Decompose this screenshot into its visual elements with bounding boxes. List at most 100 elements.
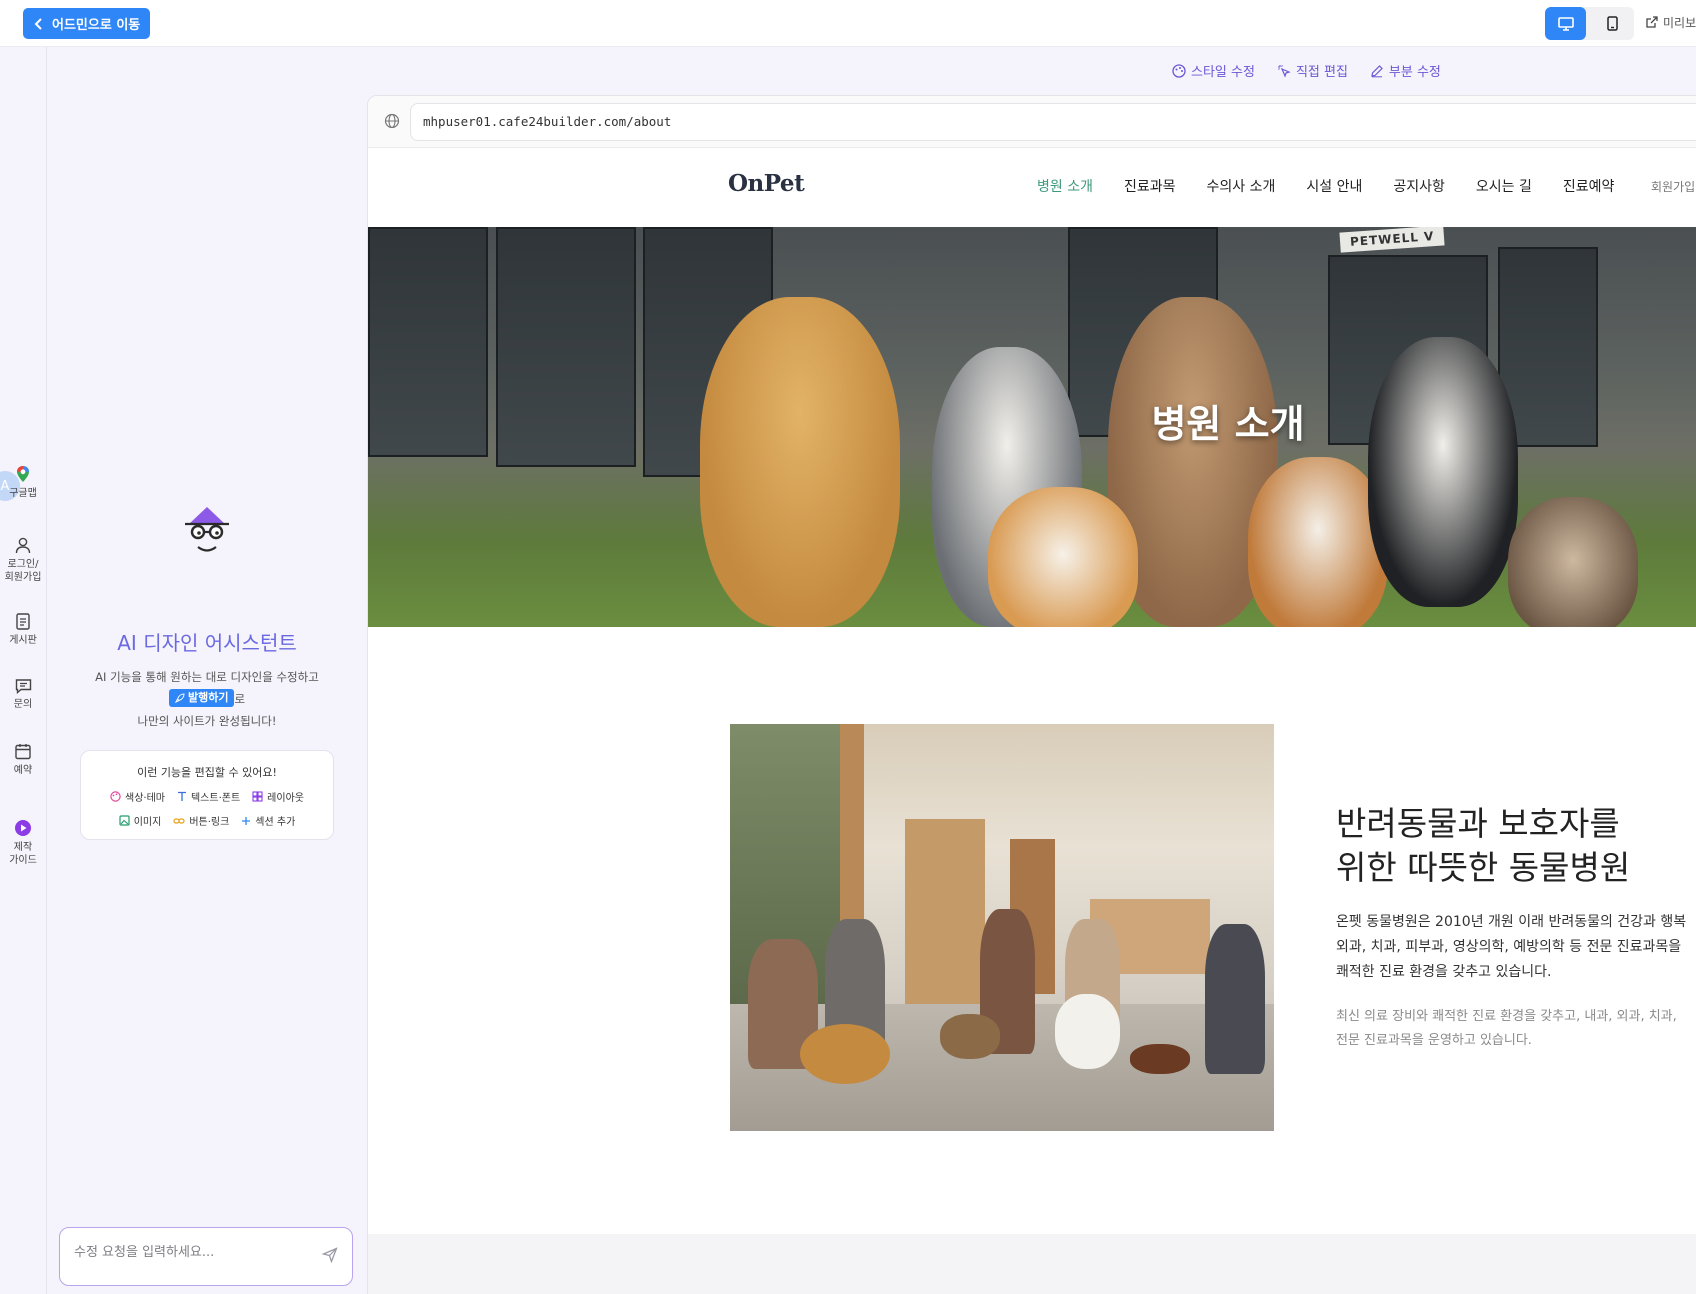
- menu-item-join[interactable]: 회원가입: [1651, 178, 1695, 195]
- about-subparagraph-line: 전문 진료과목을 운영하고 있습니다.: [1336, 1033, 1532, 1048]
- rail-item-label: 구글맵: [9, 488, 37, 499]
- document-icon: [16, 613, 30, 630]
- palette-icon: [1172, 63, 1186, 78]
- rail-item-label: 예약: [13, 765, 33, 776]
- chat-icon: [15, 679, 31, 694]
- chat-input[interactable]: [74, 1245, 304, 1260]
- rail-item-guide[interactable]: 제작 가이드: [0, 819, 46, 867]
- feature-text-font: 텍스트·폰트: [177, 789, 240, 804]
- user-icon: [15, 537, 31, 554]
- hero-dog: [1508, 497, 1638, 627]
- ai-assistant-panel: AI 디자인 어시스턴트 AI 기능을 통해 원하는 대로 디자인을 수정하고 …: [47, 47, 367, 1294]
- hero-sign: PETWELL V: [1339, 227, 1445, 253]
- about-heading-line: 위한 따뜻한 동물병원: [1336, 848, 1631, 887]
- pencil-icon: [1371, 64, 1383, 77]
- calendar-icon: [15, 744, 31, 760]
- rail-item-login[interactable]: 로그인/ 회원가입: [0, 537, 46, 584]
- hero-banner: PETWELL V 병원 소개: [368, 227, 1696, 627]
- about-paragraph: 온펫 동물병원은 2010년 개원 이래 반려동물의 건강과 행복 외과, 치과…: [1336, 910, 1686, 985]
- rail-item-reservation[interactable]: 예약: [0, 743, 46, 777]
- feature-image: 이미지: [119, 813, 161, 828]
- hero-dog: [700, 297, 900, 627]
- clinic-lobby-image: [730, 724, 1274, 1131]
- rail-item-label: 로그인/ 회원가입: [4, 559, 42, 583]
- hero-window: [496, 227, 636, 467]
- hero-title: 병원 소개: [1151, 402, 1305, 446]
- assistant-description: AI 기능을 통해 원하는 대로 디자인을 수정하고 발행하기 로 나만의 사이…: [67, 666, 347, 732]
- monitor-icon: [1557, 16, 1574, 31]
- about-heading: 반려동물과 보호자를 위한 따뜻한 동물병원: [1336, 802, 1630, 890]
- menu-item-facilities[interactable]: 시설 안내: [1306, 176, 1362, 196]
- back-to-admin-button[interactable]: 어드민으로 이동: [23, 8, 151, 39]
- partial-edit-button[interactable]: 부분 수정: [1370, 61, 1441, 80]
- rail-item-label: 문의: [13, 699, 33, 710]
- menu-item-about[interactable]: 병원 소개: [1037, 176, 1093, 196]
- globe-icon: [384, 113, 400, 129]
- menu-item-reservation[interactable]: 진료예약: [1563, 176, 1615, 196]
- mobile-view-button[interactable]: [1592, 7, 1633, 40]
- hero-window: [368, 227, 488, 457]
- site-header: OnPet 병원 소개 진료과목 수의사 소개 시설 안내 공지사항 오시는 길…: [368, 148, 1696, 227]
- menu-item-vets[interactable]: 수의사 소개: [1207, 176, 1276, 196]
- back-to-admin-label: 어드민으로 이동: [52, 18, 141, 33]
- preview-link[interactable]: 미리보: [1645, 14, 1696, 31]
- plus-icon: [242, 816, 251, 825]
- hero-dog: [1248, 457, 1388, 627]
- chevron-left-icon: [34, 17, 42, 30]
- magic-cursor-icon: [1277, 64, 1291, 78]
- rail-item-inquiry[interactable]: 문의: [0, 678, 46, 711]
- desktop-view-button[interactable]: [1545, 7, 1586, 40]
- style-edit-button[interactable]: 스타일 수정: [1172, 61, 1255, 80]
- menu-item-directions[interactable]: 오시는 길: [1476, 176, 1532, 196]
- site-logo[interactable]: OnPet: [728, 170, 805, 197]
- hero-dog: [988, 487, 1138, 627]
- address-bar: mhpuser01.cafe24builder.com/about: [368, 96, 1696, 148]
- feature-color-theme: 색상·테마: [110, 789, 165, 804]
- feature-heading: 이런 기능을 편집할 수 있어요!: [137, 766, 277, 779]
- phone-icon: [1607, 16, 1618, 31]
- rail-item-google-map[interactable]: 구글맵: [0, 465, 46, 500]
- feature-layout: 레이아웃: [252, 789, 304, 804]
- about-paragraph-line: 쾌적한 진료 환경을 갖추고 있습니다.: [1336, 964, 1552, 980]
- about-subparagraph: 최신 의료 장비와 쾌적한 진료 환경을 갖추고, 내과, 외과, 치과, 전문…: [1336, 1005, 1677, 1053]
- top-bar: 어드민으로 이동 미리보: [0, 0, 1696, 47]
- next-section-strip: [368, 1234, 1696, 1294]
- left-rail: A 구글맵 로그인/ 회원가입 게시판 문의 예약 제작 가이드: [0, 47, 47, 1294]
- feature-row: 색상·테마 텍스트·폰트 레이아웃: [81, 789, 333, 804]
- hero-dog: [1368, 337, 1518, 607]
- preview-label: 미리보: [1663, 16, 1696, 30]
- play-icon: [15, 820, 31, 836]
- rocket-icon: [174, 693, 185, 703]
- rail-item-label: 게시판: [9, 635, 37, 646]
- send-icon[interactable]: [322, 1247, 338, 1263]
- rail-item-label: 제작 가이드: [9, 842, 37, 866]
- layout-icon: [252, 791, 263, 802]
- about-heading-line: 반려동물과 보호자를: [1336, 804, 1620, 843]
- site-preview-frame: mhpuser01.cafe24builder.com/about OnPet …: [367, 95, 1696, 1294]
- link-icon: [173, 817, 185, 824]
- about-paragraph-line: 외과, 치과, 피부과, 영상의학, 예방의학 등 전문 진료과목을: [1336, 939, 1682, 955]
- device-toggle: [1545, 7, 1634, 40]
- menu-item-departments[interactable]: 진료과목: [1124, 176, 1176, 196]
- url-field[interactable]: mhpuser01.cafe24builder.com/about: [410, 103, 1696, 141]
- desc-suffix: 로: [234, 692, 246, 706]
- publish-label: 발행하기: [187, 691, 229, 704]
- map-pin-icon: [17, 466, 29, 482]
- desc-line-1: AI 기능을 통해 원하는 대로 디자인을 수정하고: [95, 670, 319, 684]
- about-section: 반려동물과 보호자를 위한 따뜻한 동물병원 온펫 동물병원은 2010년 개원…: [368, 627, 1696, 1234]
- site-menu: 병원 소개 진료과목 수의사 소개 시설 안내 공지사항 오시는 길 진료예약: [1037, 176, 1645, 196]
- feature-row: 이미지 버튼·링크 섹션 추가: [81, 813, 333, 828]
- palette-icon: [110, 791, 121, 802]
- direct-edit-button[interactable]: 직접 편집: [1277, 61, 1348, 80]
- about-subparagraph-line: 최신 의료 장비와 쾌적한 진료 환경을 갖추고, 내과, 외과, 치과,: [1336, 1009, 1677, 1024]
- assistant-title: AI 디자인 어시스턴트: [117, 631, 297, 655]
- external-link-icon: [1646, 16, 1658, 28]
- menu-item-notices[interactable]: 공지사항: [1393, 176, 1445, 196]
- chat-box: [59, 1227, 353, 1286]
- publish-chip: 발행하기: [168, 689, 235, 707]
- image-icon: [119, 815, 130, 826]
- rail-item-board[interactable]: 게시판: [0, 613, 46, 647]
- about-paragraph-line: 온펫 동물병원은 2010년 개원 이래 반려동물의 건강과 행복: [1336, 914, 1687, 930]
- desc-line-3: 나만의 사이트가 완성됩니다!: [137, 714, 277, 728]
- text-icon: [177, 791, 186, 801]
